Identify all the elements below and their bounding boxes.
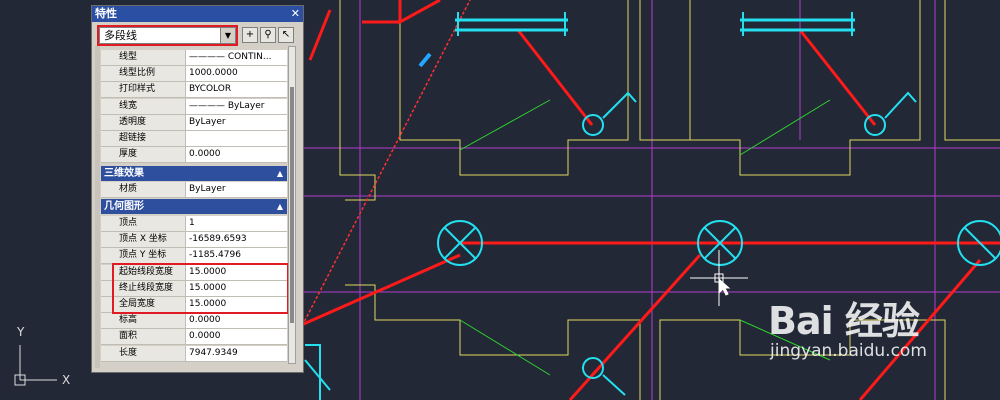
select-objects-button[interactable]: ⚲ [260, 27, 276, 43]
property-row[interactable]: 透明度 ByLayer [101, 114, 287, 131]
baidu-watermark: Bai 经验 jingyan.baidu.com [768, 290, 927, 361]
property-value[interactable]: 15.0000 [186, 297, 287, 312]
property-row[interactable]: 起始线段宽度 15.0000 [101, 264, 287, 281]
watermark-url: jingyan.baidu.com [770, 341, 927, 361]
property-label: 透明度 [101, 114, 186, 130]
object-type-dropdown[interactable]: 多段线 ▼ [99, 27, 236, 44]
property-value[interactable]: ByLayer [186, 114, 287, 130]
property-label: 起始线段宽度 [101, 264, 186, 280]
property-value[interactable] [186, 131, 287, 146]
property-value[interactable]: 15.0000 [186, 264, 287, 280]
quick-select-button[interactable]: + [242, 27, 258, 43]
close-icon[interactable]: ✕ [291, 6, 300, 22]
property-label: 终止线段宽度 [101, 280, 186, 296]
property-label: 面积 [101, 329, 186, 345]
property-value[interactable]: 0.0000 [186, 147, 287, 163]
property-label: 全局宽度 [101, 297, 186, 312]
property-row[interactable]: 面积 0.0000 [101, 329, 287, 346]
property-value[interactable]: ———— ByLayer [186, 98, 287, 114]
property-label: 线宽 [101, 98, 186, 114]
ucs-icon: Y X [14, 325, 70, 387]
section-geometry[interactable]: 几何图形 ▲ [101, 199, 287, 214]
property-value[interactable]: ByLayer [186, 182, 287, 197]
property-value[interactable]: 7947.9349 [186, 345, 287, 361]
property-value[interactable]: -16589.6593 [186, 232, 287, 248]
object-type-value: 多段线 [104, 29, 137, 42]
property-value[interactable]: 0.0000 [186, 329, 287, 345]
property-value[interactable]: 1000.0000 [186, 66, 287, 82]
grip-marker[interactable] [418, 52, 432, 68]
property-label: 线型比例 [101, 66, 186, 82]
property-label: 顶点 [101, 216, 186, 231]
property-value[interactable]: 15.0000 [186, 280, 287, 296]
chevron-down-icon[interactable]: ▼ [220, 28, 235, 43]
property-value[interactable]: 0.0000 [186, 313, 287, 329]
ucs-y-label: Y [16, 325, 25, 339]
property-row[interactable]: 超链接 [101, 131, 287, 147]
section-3d-title: 三维效果 [104, 168, 144, 179]
property-label: 线型 [101, 50, 186, 65]
property-row[interactable]: 顶点 1 [101, 216, 287, 232]
property-row[interactable]: 终止线段宽度 15.0000 [101, 280, 287, 297]
property-row[interactable]: 顶点 Y 坐标 -1185.4796 [101, 248, 287, 265]
property-value[interactable]: BYCOLOR [186, 82, 287, 98]
selected-polyline[interactable] [299, 0, 471, 331]
section-3d-effects[interactable]: 三维效果 ▲ [101, 166, 287, 181]
property-value[interactable]: ———— CONTIN... [186, 50, 287, 65]
watermark-logo-text: Bai 经验 [768, 299, 920, 343]
property-row[interactable]: 线型 ———— CONTIN... [101, 50, 287, 66]
property-label: 长度 [101, 345, 186, 361]
palette-title: 特性 [92, 6, 303, 22]
collapse-icon: ▲ [276, 169, 283, 178]
property-label: 标高 [101, 313, 186, 329]
property-label: 材质 [101, 182, 186, 197]
scrollbar-thumb[interactable] [290, 87, 294, 323]
palette-scrollbar[interactable] [288, 46, 296, 364]
properties-palette: 特性 ✕ 多段线 ▼ + ⚲ ↖ 线型 ———— CONTIN... 线型比例 100… [91, 5, 304, 373]
property-label: 超链接 [101, 131, 186, 146]
property-row[interactable]: 线型比例 1000.0000 [101, 66, 287, 83]
property-label: 厚度 [101, 147, 186, 163]
pickadd-button[interactable]: ↖ [278, 27, 294, 43]
collapse-icon: ▲ [276, 202, 283, 211]
ucs-x-label: X [62, 373, 70, 387]
property-row[interactable]: 顶点 X 坐标 -16589.6593 [101, 232, 287, 249]
property-row[interactable]: 标高 0.0000 [101, 313, 287, 330]
property-row[interactable]: 长度 7947.9349 [101, 345, 287, 362]
property-row[interactable]: 线宽 ———— ByLayer [101, 98, 287, 115]
property-row[interactable]: 厚度 0.0000 [101, 147, 287, 164]
property-label: 顶点 X 坐标 [101, 232, 186, 248]
palette-side-strip [95, 46, 100, 368]
property-row[interactable]: 打印样式 BYCOLOR [101, 82, 287, 99]
select-objects-icon: ⚲ [264, 29, 272, 40]
toggle-pickadd-icon: ↖ [281, 29, 291, 40]
property-label: 打印样式 [101, 82, 186, 98]
property-row[interactable]: 材质 ByLayer [101, 182, 287, 198]
property-value[interactable]: 1 [186, 216, 287, 231]
property-label: 顶点 Y 坐标 [101, 248, 186, 264]
property-row[interactable]: 全局宽度 15.0000 [101, 297, 287, 313]
property-value[interactable]: -1185.4796 [186, 248, 287, 264]
quick-select-icon: + [245, 29, 255, 40]
section-geometry-title: 几何图形 [104, 201, 144, 212]
